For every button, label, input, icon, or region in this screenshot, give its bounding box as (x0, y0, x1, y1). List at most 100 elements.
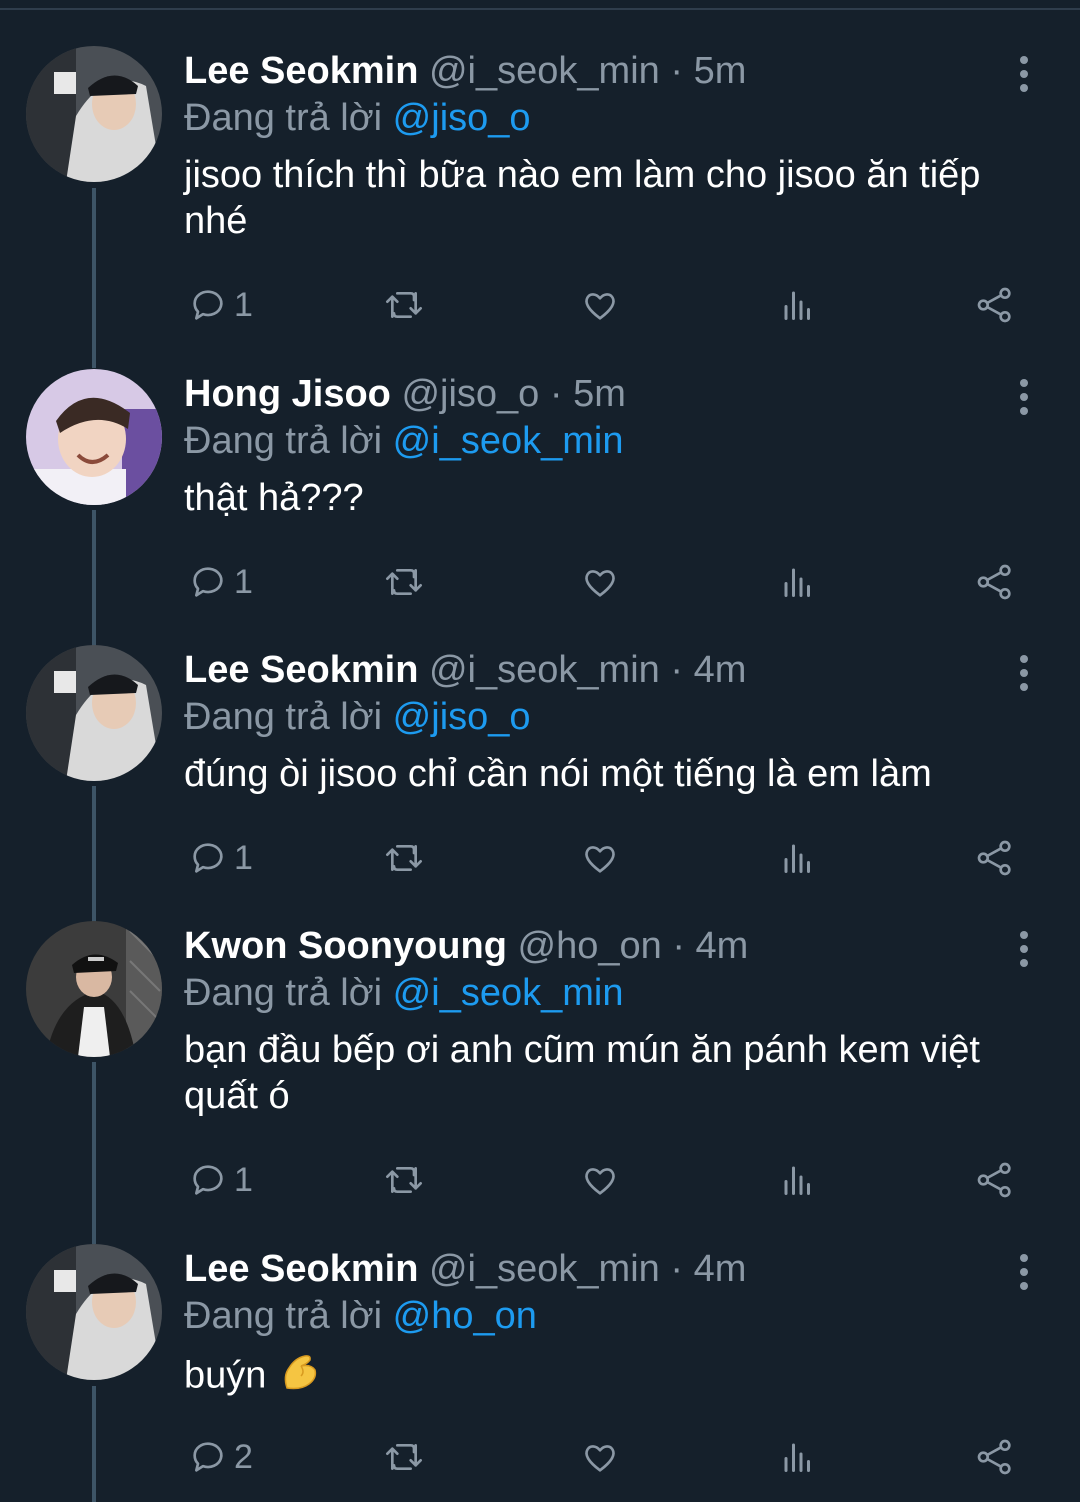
reply-count: 1 (234, 1160, 253, 1199)
tweet-text: thật hả??? (184, 477, 364, 519)
like-button[interactable] (580, 833, 620, 883)
display-name[interactable]: Lee Seokmin (184, 1248, 418, 1290)
thread-line (92, 1386, 96, 1502)
action-bar: 1 (184, 280, 1024, 330)
action-bar: 1 (184, 1155, 1024, 1205)
tweet-text: buýn (184, 1354, 267, 1397)
reply-mention[interactable]: @i_seok_min (393, 420, 624, 462)
share-icon (977, 287, 1011, 323)
user-handle[interactable]: @i_seok_min (429, 50, 660, 92)
timestamp[interactable]: 4m (696, 925, 749, 967)
tweet-header: Kwon Soonyoung @ho_on · 4m (184, 921, 748, 971)
display-name[interactable]: Hong Jisoo (184, 373, 391, 415)
avatar[interactable] (26, 1244, 162, 1380)
reply-mention[interactable]: @i_seok_min (393, 972, 624, 1014)
share-button[interactable] (974, 1155, 1016, 1205)
like-button[interactable] (580, 280, 620, 330)
action-bar: 1 (184, 833, 1024, 883)
separator-dot: · (670, 649, 683, 691)
heart-icon (585, 293, 615, 320)
avatar[interactable] (26, 46, 162, 182)
reply-context: Đang trả lời @jiso_o (184, 692, 531, 742)
more-options-icon[interactable] (1012, 54, 1036, 94)
reply-button[interactable]: 2 (188, 1432, 253, 1482)
analytics-button[interactable] (780, 1432, 816, 1482)
analytics-button[interactable] (780, 280, 816, 330)
tweet-text: bạn đầu bếp ơi anh cũm mún ăn pánh kem v… (184, 1029, 980, 1117)
avatar[interactable] (26, 921, 162, 1057)
more-options-icon[interactable] (1012, 377, 1036, 417)
retweet-icon (386, 569, 422, 595)
retweet-button[interactable] (382, 557, 426, 607)
avatar[interactable] (26, 369, 162, 505)
analytics-icon (784, 568, 810, 597)
action-bar: 2 (184, 1432, 1024, 1482)
lee-seokmin-avatar (26, 46, 162, 182)
reply-icon (193, 843, 223, 873)
reply-prefix: Đang trả lời (184, 972, 383, 1014)
display-name[interactable]: Kwon Soonyoung (184, 925, 507, 967)
retweet-icon (386, 845, 422, 871)
retweet-button[interactable] (382, 280, 426, 330)
heart-icon (585, 1445, 615, 1472)
timestamp[interactable]: 4m (694, 649, 747, 691)
user-handle[interactable]: @jiso_o (401, 373, 539, 415)
retweet-icon (386, 1444, 422, 1470)
display-name[interactable]: Lee Seokmin (184, 50, 418, 92)
reply-count: 1 (234, 562, 253, 601)
reply-icon (193, 567, 223, 597)
tweet-text: đúng òi jisoo chỉ cần nói một tiếng là e… (184, 753, 932, 795)
display-name[interactable]: Lee Seokmin (184, 649, 418, 691)
retweet-icon (386, 292, 422, 318)
timestamp[interactable]: 4m (694, 1248, 747, 1290)
reply-button[interactable]: 1 (188, 280, 253, 330)
more-options-icon[interactable] (1012, 929, 1036, 969)
thread-line (92, 188, 96, 368)
retweet-button[interactable] (382, 833, 426, 883)
more-options-icon[interactable] (1012, 1252, 1036, 1292)
analytics-icon (784, 1166, 810, 1195)
reply-prefix: Đang trả lời (184, 696, 383, 738)
reply-button[interactable]: 1 (188, 833, 253, 883)
more-options-icon[interactable] (1012, 653, 1036, 693)
like-button[interactable] (580, 1432, 620, 1482)
pinching-hand-icon (277, 1350, 321, 1405)
user-handle[interactable]: @ho_on (518, 925, 662, 967)
share-button[interactable] (974, 280, 1016, 330)
share-button[interactable] (974, 833, 1016, 883)
reply-prefix: Đang trả lời (184, 420, 383, 462)
timestamp[interactable]: 5m (694, 50, 747, 92)
reply-context: Đang trả lời @i_seok_min (184, 416, 623, 466)
reply-button[interactable]: 1 (188, 557, 253, 607)
reply-prefix: Đang trả lời (184, 1295, 383, 1337)
user-handle[interactable]: @i_seok_min (429, 649, 660, 691)
reply-count: 1 (234, 285, 253, 324)
reply-mention[interactable]: @jiso_o (393, 97, 531, 139)
share-button[interactable] (974, 557, 1016, 607)
reply-icon (193, 1165, 223, 1195)
separator-dot: · (670, 50, 683, 92)
retweet-button[interactable] (382, 1432, 426, 1482)
heart-icon (585, 1168, 615, 1195)
heart-icon (585, 846, 615, 873)
share-button[interactable] (974, 1432, 1016, 1482)
separator-dot: · (670, 1248, 683, 1290)
thread-line (92, 1062, 96, 1244)
timestamp[interactable]: 5m (573, 373, 626, 415)
reply-mention[interactable]: @jiso_o (393, 696, 531, 738)
avatar[interactable] (26, 645, 162, 781)
reply-mention[interactable]: @ho_on (393, 1295, 537, 1337)
like-button[interactable] (580, 1155, 620, 1205)
analytics-button[interactable] (780, 557, 816, 607)
share-icon (977, 840, 1011, 876)
retweet-button[interactable] (382, 1155, 426, 1205)
reply-button[interactable]: 1 (188, 1155, 253, 1205)
analytics-icon (784, 291, 810, 320)
analytics-button[interactable] (780, 1155, 816, 1205)
share-icon (977, 1439, 1011, 1475)
user-handle[interactable]: @i_seok_min (429, 1248, 660, 1290)
like-button[interactable] (580, 557, 620, 607)
lee-seokmin-avatar (26, 1244, 162, 1380)
reply-count: 1 (234, 838, 253, 877)
analytics-button[interactable] (780, 833, 816, 883)
